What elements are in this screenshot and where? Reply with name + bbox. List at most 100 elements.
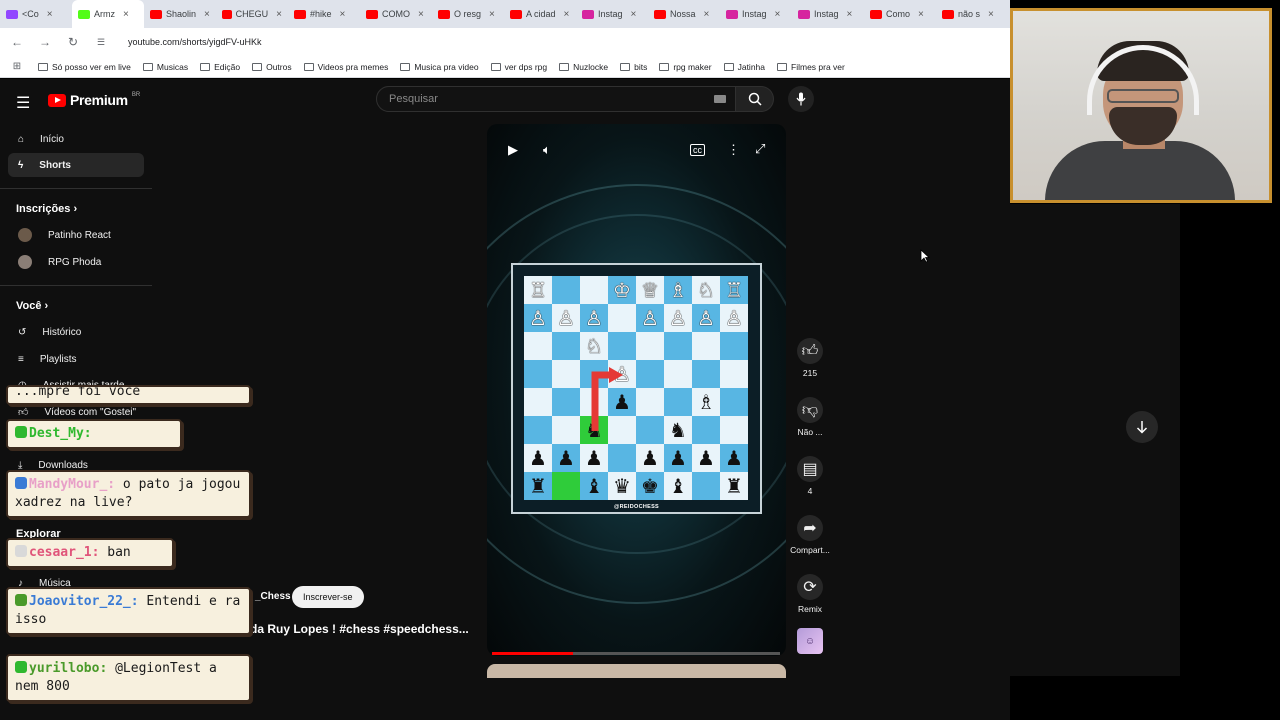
forward-icon[interactable]: → bbox=[36, 35, 54, 49]
close-icon[interactable]: × bbox=[276, 9, 282, 20]
close-icon[interactable]: × bbox=[340, 9, 346, 20]
tab-favicon-icon bbox=[78, 9, 90, 19]
browser-tab[interactable]: CHEGU × bbox=[216, 0, 288, 28]
close-icon[interactable]: × bbox=[988, 9, 994, 20]
sidebar-section-subscriptions[interactable]: Inscrições › bbox=[16, 203, 77, 215]
close-icon[interactable]: × bbox=[564, 9, 570, 20]
browser-tab[interactable]: O resg × bbox=[432, 0, 504, 28]
browser-tab[interactable]: Nossa × bbox=[648, 0, 720, 28]
chat-message: MandyMour_: o pato ja jogou xadrez na li… bbox=[6, 470, 251, 518]
tab-label: Como bbox=[886, 9, 911, 19]
download-icon: ⤓ bbox=[18, 459, 23, 471]
fullscreen-icon[interactable]: ⤢ bbox=[755, 141, 765, 157]
site-info-icon[interactable]: ☰ bbox=[92, 37, 110, 48]
close-icon[interactable]: × bbox=[47, 9, 53, 20]
sidebar-item-history[interactable]: ↺ Histórico bbox=[8, 320, 144, 344]
channel-avatar bbox=[18, 228, 32, 242]
tab-label: CHEGU bbox=[235, 9, 269, 19]
keyboard-icon[interactable] bbox=[714, 95, 726, 103]
close-icon[interactable]: × bbox=[775, 9, 781, 20]
apps-icon[interactable]: ⊞ bbox=[8, 61, 26, 72]
browser-tab[interactable]: A cidad × bbox=[504, 0, 576, 28]
bookmark-item[interactable]: Musicas bbox=[142, 62, 188, 72]
play-icon[interactable]: ▶ bbox=[508, 142, 518, 158]
like-button[interactable]: 👍︎ 215 bbox=[789, 338, 831, 378]
bookmark-item[interactable]: Edição bbox=[200, 62, 240, 72]
sidebar-section-you[interactable]: Você › bbox=[16, 300, 48, 312]
folder-icon bbox=[38, 62, 48, 71]
dislike-label: Não ... bbox=[797, 427, 823, 437]
browser-tab-strip: <Co × Armz × Shaolin × CHEGU × #hike × COMO × O resg… bbox=[0, 0, 1010, 28]
chat-text: ban bbox=[107, 545, 131, 560]
close-icon[interactable]: × bbox=[918, 9, 924, 20]
browser-tab[interactable]: #hike × bbox=[288, 0, 360, 28]
next-short-button[interactable] bbox=[1126, 411, 1158, 443]
remix-button[interactable]: ⟳ Remix bbox=[789, 574, 831, 614]
bookmark-item[interactable]: Nuzlocke bbox=[559, 62, 608, 72]
browser-tab[interactable]: COMO × bbox=[360, 0, 432, 28]
search-input[interactable]: Pesquisar bbox=[376, 86, 736, 112]
bookmark-label: Musica pra video bbox=[414, 61, 479, 72]
bookmark-item[interactable]: ver dps rpg bbox=[490, 62, 547, 72]
bookmark-item[interactable]: Musica pra video bbox=[400, 61, 479, 72]
reload-icon[interactable]: ↻ bbox=[64, 35, 82, 49]
thumbs-up-icon: 👍︎ bbox=[797, 338, 823, 364]
close-icon[interactable]: × bbox=[204, 9, 210, 20]
comments-button[interactable]: ▤ 4 bbox=[789, 456, 831, 496]
share-button[interactable]: ➦ Compart... bbox=[789, 515, 831, 555]
video-progress-bar[interactable] bbox=[492, 652, 780, 655]
volume-icon[interactable]: 🔈︎ bbox=[543, 142, 551, 158]
search-button[interactable] bbox=[736, 86, 774, 112]
tab-favicon-icon bbox=[654, 9, 666, 19]
share-icon: ➦ bbox=[797, 515, 823, 541]
browser-tab[interactable]: Como × bbox=[864, 0, 936, 28]
youtube-logo[interactable]: Premium BR bbox=[48, 92, 140, 108]
folder-icon bbox=[252, 62, 263, 71]
voice-search-button[interactable] bbox=[788, 86, 814, 112]
tab-label: COMO bbox=[382, 9, 410, 19]
more-vert-icon[interactable]: ⋮ bbox=[727, 142, 740, 158]
browser-tab[interactable]: Instag × bbox=[720, 0, 792, 28]
bookmark-item[interactable]: rpg maker bbox=[659, 62, 712, 72]
browser-tab[interactable]: Armz × bbox=[72, 0, 144, 28]
address-bar-row: ← → ↻ ☰ youtube.com/shorts/yigdFV-uHKk bbox=[0, 28, 1010, 56]
sidebar-item-home[interactable]: ⌂ Início bbox=[8, 127, 144, 151]
close-icon[interactable]: × bbox=[847, 9, 853, 20]
browser-tab[interactable]: Shaolin × bbox=[144, 0, 216, 28]
chat-badge-icon bbox=[15, 661, 27, 673]
close-icon[interactable]: × bbox=[489, 9, 495, 20]
url-field[interactable]: youtube.com/shorts/yigdFV-uHKk bbox=[128, 37, 262, 47]
streamer-shirt bbox=[1045, 141, 1235, 200]
bookmark-item[interactable]: Só posso ver em live bbox=[38, 62, 131, 72]
sidebar-item-subscription[interactable]: RPG Phoda bbox=[8, 250, 144, 274]
bookmark-item[interactable]: Videos pra memes bbox=[303, 62, 388, 72]
bookmark-item[interactable]: bits bbox=[620, 62, 647, 72]
sidebar-item-subscription[interactable]: Patinho React bbox=[8, 223, 144, 247]
channel-name[interactable]: _Chess bbox=[255, 591, 291, 602]
sidebar-item-playlists[interactable]: ≡ Playlists bbox=[8, 347, 144, 371]
subscribe-button[interactable]: Inscrever-se bbox=[292, 586, 364, 608]
next-short-preview[interactable] bbox=[487, 664, 786, 678]
close-icon[interactable]: × bbox=[631, 9, 637, 20]
sidebar-item-shorts[interactable]: ϟ Shorts bbox=[8, 153, 144, 177]
captions-icon[interactable]: cc bbox=[690, 144, 705, 156]
close-icon[interactable]: × bbox=[704, 9, 710, 20]
close-icon[interactable]: × bbox=[418, 9, 424, 20]
comment-icon: ▤ bbox=[797, 456, 823, 482]
browser-tab[interactable]: Instag × bbox=[792, 0, 864, 28]
browser-tab[interactable]: <Co × bbox=[0, 0, 72, 28]
tab-favicon-icon bbox=[150, 9, 162, 19]
short-title[interactable]: da Ruy Lopes ! #chess #speedchess... bbox=[250, 622, 469, 636]
audio-thumbnail[interactable]: ☺ bbox=[797, 628, 823, 654]
browser-tab[interactable]: Instag × bbox=[576, 0, 648, 28]
back-icon[interactable]: ← bbox=[8, 35, 26, 49]
dislike-button[interactable]: 👎︎ Não ... bbox=[789, 397, 831, 437]
close-icon[interactable]: × bbox=[123, 9, 129, 20]
folder-icon bbox=[723, 62, 734, 71]
bookmark-item[interactable]: Filmes pra ver bbox=[777, 62, 845, 72]
bookmark-item[interactable]: Outros bbox=[252, 62, 292, 72]
bookmark-item[interactable]: Jatinha bbox=[723, 62, 765, 72]
search-icon bbox=[748, 92, 762, 106]
browser-tab[interactable]: não s × bbox=[936, 0, 1008, 28]
menu-icon[interactable]: ☰ bbox=[16, 93, 30, 113]
